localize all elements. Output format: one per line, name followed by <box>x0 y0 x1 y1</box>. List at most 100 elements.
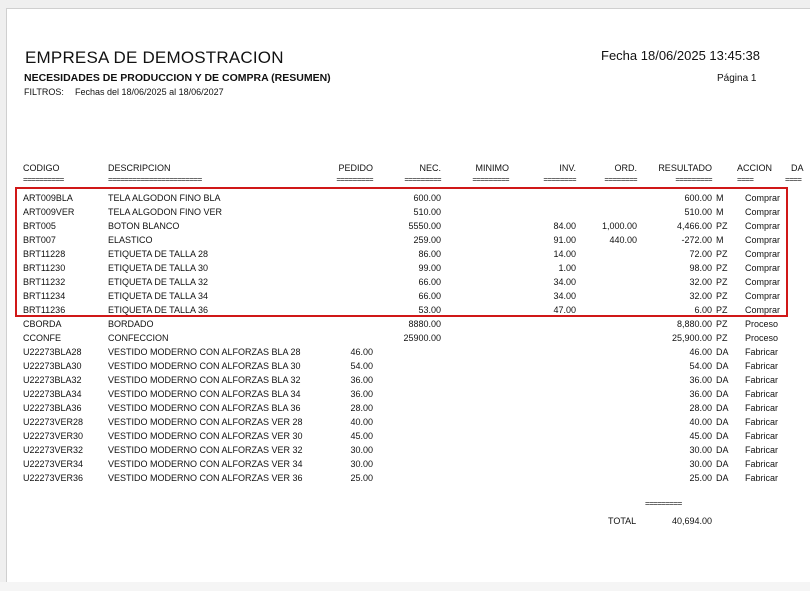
row-description: VESTIDO MODERNO CON ALFORZAS BLA 28 <box>108 347 301 357</box>
row-resultado: 46.00 <box>689 347 712 357</box>
table-row: U22273VER34 VESTIDO MODERNO CON ALFORZAS … <box>7 457 810 471</box>
row-accion: Fabricar <box>745 431 779 441</box>
row-resultado: 28.00 <box>689 403 712 413</box>
row-accion: Fabricar <box>745 361 779 371</box>
row-code: U22273BLA28 <box>23 347 82 357</box>
col-header-accion: ACCION <box>737 163 773 173</box>
table-row: U22273VER28 VESTIDO MODERNO CON ALFORZAS … <box>7 415 810 429</box>
row-code: U22273VER28 <box>23 417 84 427</box>
row-unit: DA <box>716 347 729 357</box>
row-description: VESTIDO MODERNO CON ALFORZAS BLA 32 <box>108 375 301 385</box>
row-description: CONFECCION <box>108 333 169 343</box>
row-accion: Fabricar <box>745 375 779 385</box>
row-description: VESTIDO MODERNO CON ALFORZAS VER 28 <box>108 417 303 427</box>
row-description: VESTIDO MODERNO CON ALFORZAS BLA 36 <box>108 403 301 413</box>
underline-codigo: ========== <box>23 175 64 184</box>
underline-descripcion: ======================= <box>108 175 202 184</box>
table-row: CBORDA BORDADO 8880.00 8,880.00 PZ Proceso <box>7 317 810 331</box>
underline-ord: ======== <box>604 175 637 184</box>
col-header-nec: NEC. <box>419 163 441 173</box>
row-pedido: 36.00 <box>350 375 373 385</box>
row-accion: Fabricar <box>745 403 779 413</box>
row-code: CBORDA <box>23 319 62 329</box>
row-description: VESTIDO MODERNO CON ALFORZAS BLA 30 <box>108 361 301 371</box>
row-unit: DA <box>716 445 729 455</box>
row-accion: Fabricar <box>745 459 779 469</box>
col-header-pedido: PEDIDO <box>338 163 373 173</box>
row-resultado: 36.00 <box>689 375 712 385</box>
row-pedido: 40.00 <box>350 417 373 427</box>
row-code: U22273BLA36 <box>23 403 82 413</box>
row-resultado: 40.00 <box>689 417 712 427</box>
row-resultado: 8,880.00 <box>676 319 712 329</box>
col-header-descripcion: DESCRIPCION <box>108 163 171 173</box>
col-header-ord: ORD. <box>614 163 638 173</box>
row-nec: 8880.00 <box>408 319 441 329</box>
col-header-minimo: MINIMO <box>475 163 510 173</box>
row-pedido: 30.00 <box>350 445 373 455</box>
row-resultado: 36.00 <box>689 389 712 399</box>
row-code: CCONFE <box>23 333 61 343</box>
col-header-inv: INV. <box>559 163 576 173</box>
table-row: U22273BLA36 VESTIDO MODERNO CON ALFORZAS … <box>7 401 810 415</box>
row-pedido: 46.00 <box>350 347 373 357</box>
underline-resultado: ========= <box>675 175 712 184</box>
row-description: VESTIDO MODERNO CON ALFORZAS VER 34 <box>108 459 303 469</box>
row-accion: Fabricar <box>745 389 779 399</box>
row-resultado: 25,900.00 <box>671 333 712 343</box>
table-row: U22273BLA32 VESTIDO MODERNO CON ALFORZAS … <box>7 373 810 387</box>
row-code: U22273VER30 <box>23 431 84 441</box>
row-unit: DA <box>716 403 729 413</box>
row-pedido: 45.00 <box>350 431 373 441</box>
report-title: NECESIDADES DE PRODUCCION Y DE COMPRA (R… <box>24 72 331 84</box>
row-code: U22273VER36 <box>23 473 84 483</box>
row-nec: 25900.00 <box>403 333 441 343</box>
row-description: VESTIDO MODERNO CON ALFORZAS VER 32 <box>108 445 303 455</box>
row-code: U22273VER32 <box>23 445 84 455</box>
row-code: U22273VER34 <box>23 459 84 469</box>
row-accion: Fabricar <box>745 473 779 483</box>
col-header-extra: DA <box>791 163 804 173</box>
underline-accion: ==== <box>737 175 754 184</box>
row-unit: DA <box>716 361 729 371</box>
total-value: 40,694.00 <box>671 516 712 526</box>
bottom-scroll-area <box>0 582 810 591</box>
highlight-box <box>15 187 788 317</box>
row-unit: DA <box>716 431 729 441</box>
row-description: BORDADO <box>108 319 154 329</box>
table-row: U22273BLA30 VESTIDO MODERNO CON ALFORZAS … <box>7 359 810 373</box>
underline-nec: ========= <box>404 175 441 184</box>
page-number: Página 1 <box>717 73 757 84</box>
filters-value: Fechas del 18/06/2025 al 18/06/2027 <box>75 87 224 97</box>
row-pedido: 28.00 <box>350 403 373 413</box>
underline-pedido: ========= <box>336 175 373 184</box>
row-resultado: 30.00 <box>689 459 712 469</box>
table-row: U22273VER36 VESTIDO MODERNO CON ALFORZAS … <box>7 471 810 485</box>
row-unit: DA <box>716 459 729 469</box>
row-accion: Fabricar <box>745 347 779 357</box>
row-pedido: 54.00 <box>350 361 373 371</box>
filters-label: FILTROS: <box>24 87 64 97</box>
row-pedido: 30.00 <box>350 459 373 469</box>
underline-inv: ======== <box>543 175 576 184</box>
row-unit: DA <box>716 473 729 483</box>
row-accion: Proceso <box>745 333 779 343</box>
table-row: U22273BLA34 VESTIDO MODERNO CON ALFORZAS … <box>7 387 810 401</box>
underline-extra: ==== <box>785 175 802 184</box>
row-unit: DA <box>716 375 729 385</box>
report-page: EMPRESA DE DEMOSTRACION Fecha 18/06/2025… <box>6 8 810 584</box>
row-description: VESTIDO MODERNO CON ALFORZAS VER 36 <box>108 473 303 483</box>
table-row: U22273BLA28 VESTIDO MODERNO CON ALFORZAS … <box>7 345 810 359</box>
row-resultado: 25.00 <box>689 473 712 483</box>
row-code: U22273BLA34 <box>23 389 82 399</box>
row-accion: Fabricar <box>745 445 779 455</box>
row-accion: Fabricar <box>745 417 779 427</box>
company-name: EMPRESA DE DEMOSTRACION <box>25 48 284 67</box>
row-code: U22273BLA32 <box>23 375 82 385</box>
table-row: U22273VER30 VESTIDO MODERNO CON ALFORZAS … <box>7 429 810 443</box>
row-unit: DA <box>716 417 729 427</box>
row-unit: PZ <box>716 319 728 329</box>
col-header-resultado: RESULTADO <box>658 163 712 173</box>
total-label: TOTAL <box>608 516 637 526</box>
row-pedido: 36.00 <box>350 389 373 399</box>
